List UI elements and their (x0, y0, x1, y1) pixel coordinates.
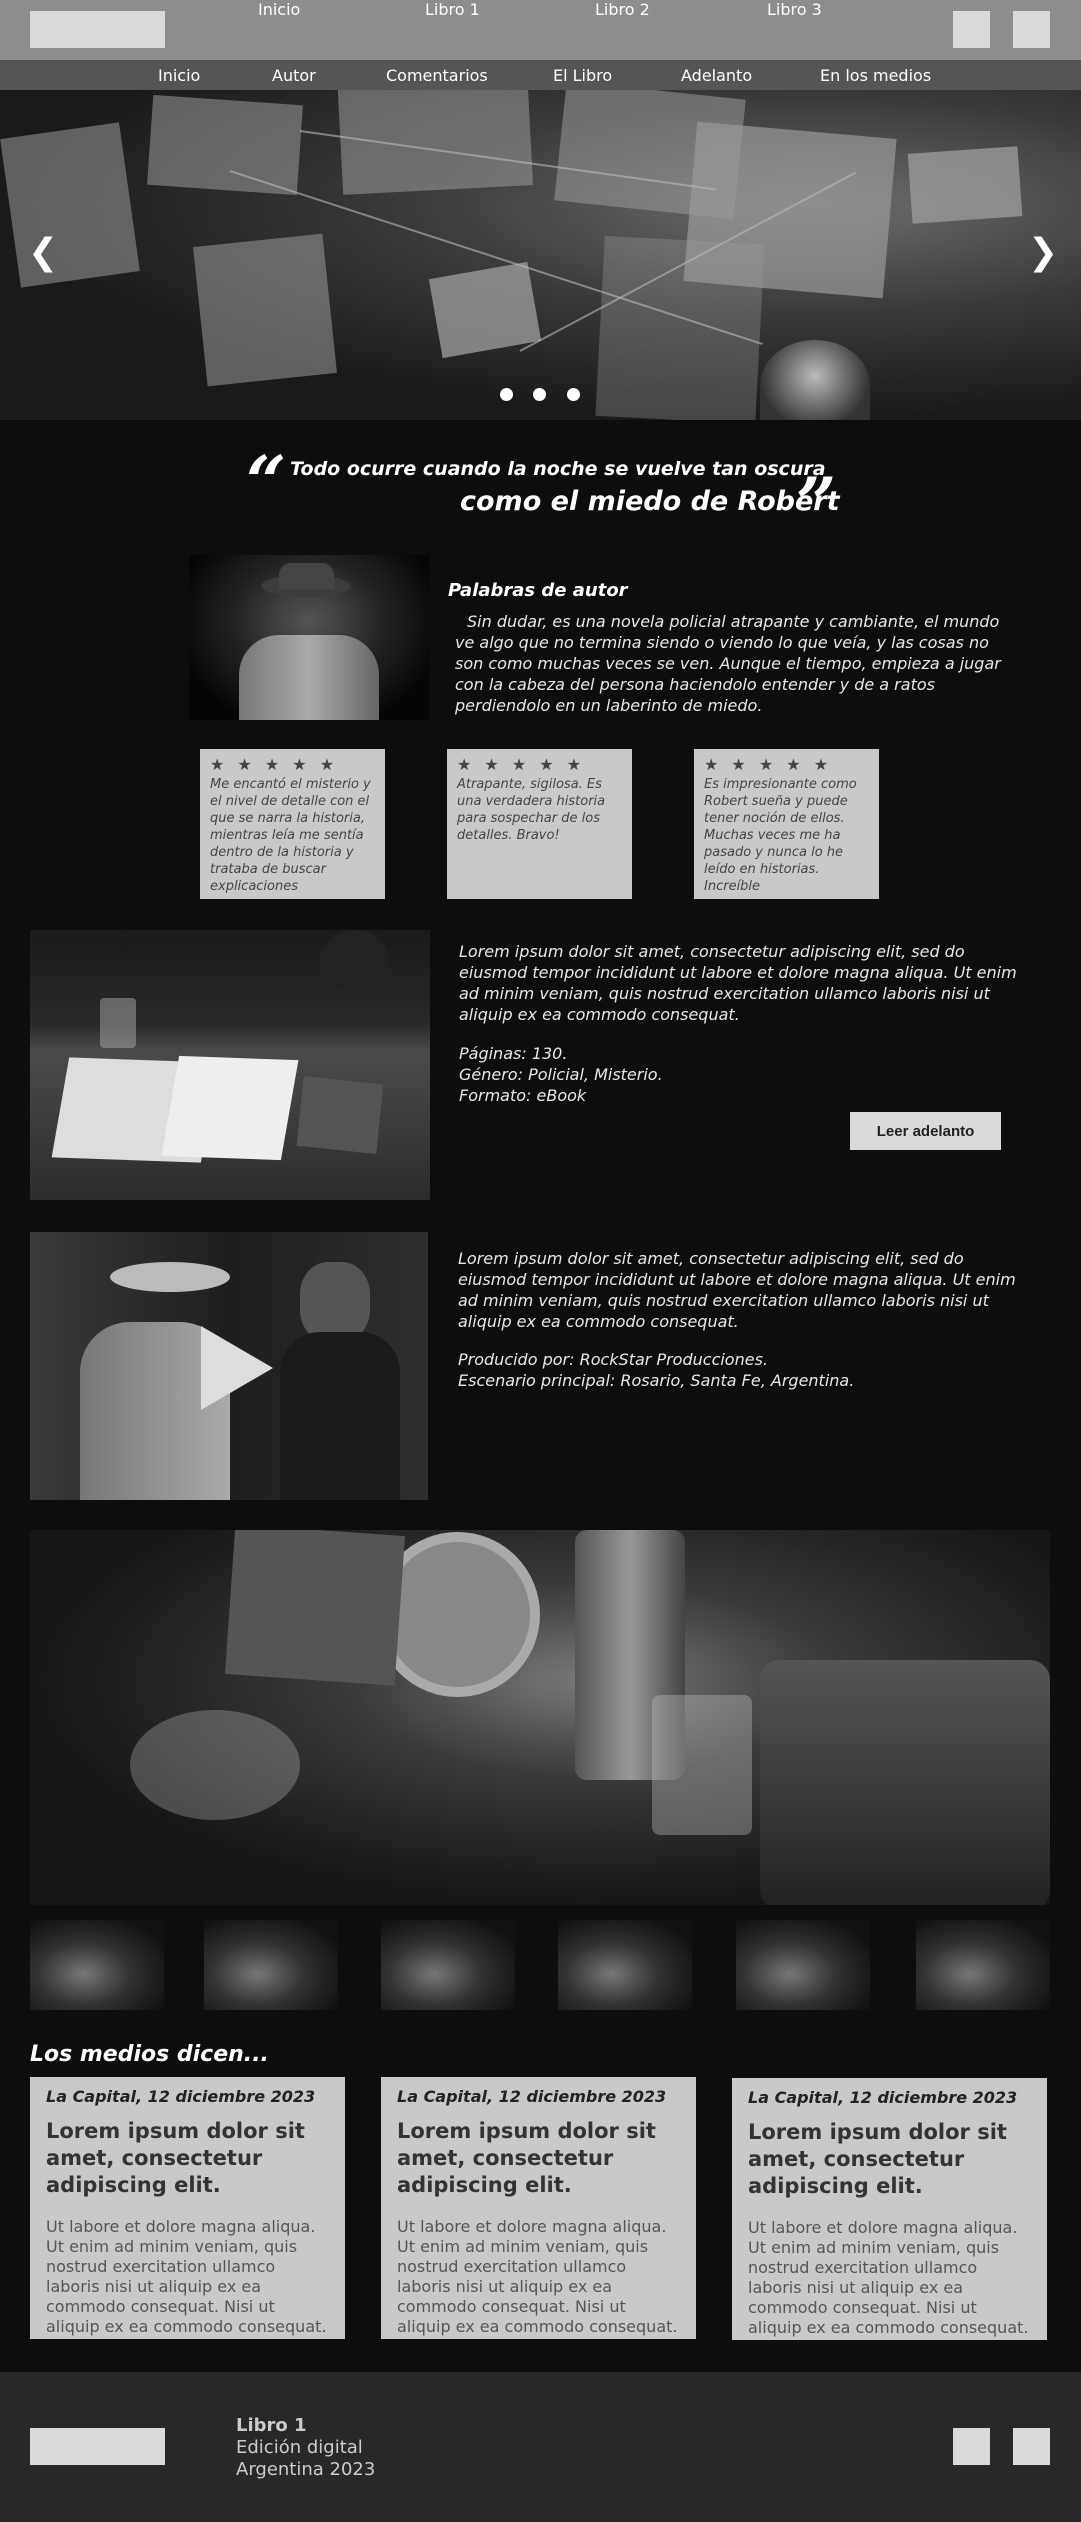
media-card-body: Ut labore et dolore magna aliqua. Ut eni… (46, 2217, 327, 2336)
media-card-headline: Lorem ipsum dolor sit amet, consectetur … (748, 2120, 1007, 2198)
book-pages: Páginas: 130. (459, 1044, 568, 1063)
hero-carousel (0, 90, 1081, 420)
hat-shape (279, 563, 334, 589)
video-description: Lorem ipsum dolor sit amet, consectetur … (458, 1249, 1016, 1331)
review-text: Es impresionante como Robert sueña y pue… (704, 777, 857, 894)
video-location: Escenario principal: Rosario, Santa Fe, … (458, 1371, 855, 1390)
review-card: ★ ★ ★ ★ ★ Es impresionante como Robert s… (694, 749, 879, 899)
footer-edition: Edición digital (236, 2437, 363, 2458)
subnav-link-comentarios[interactable]: Comentarios (386, 66, 488, 85)
nav-link-libro-3[interactable]: Libro 3 (767, 0, 822, 19)
gallery-main-image (30, 1530, 1050, 1905)
media-card-body: Ut labore et dolore magna aliqua. Ut eni… (397, 2217, 678, 2336)
subnav-link-el-libro[interactable]: El Libro (553, 66, 612, 85)
glass-shape (652, 1695, 752, 1835)
evidence-note (428, 261, 542, 359)
typewriter-shape (760, 1660, 1050, 1905)
gallery-thumbnail[interactable] (204, 1920, 338, 2010)
evidence-photo (0, 122, 140, 288)
subnav-link-inicio[interactable]: Inicio (158, 66, 200, 85)
media-card: La Capital, 12 diciembre 2023 Lorem ipsu… (381, 2077, 696, 2339)
footer-country-year: Argentina 2023 (236, 2459, 376, 2480)
carousel-dot[interactable] (500, 388, 513, 401)
footer-icon-button[interactable] (1013, 2428, 1050, 2465)
chevron-left-icon[interactable]: ❮ (28, 232, 58, 273)
hat-shape (110, 1262, 230, 1292)
footer-logo[interactable] (30, 2428, 165, 2465)
star-rating-icon: ★ ★ ★ ★ ★ (704, 755, 833, 774)
media-section-title: Los medios dicen... (30, 2042, 269, 2067)
book-format: Formato: eBook (459, 1086, 587, 1105)
open-quote-icon: “ (246, 440, 287, 523)
media-card-date: La Capital, 12 diciembre 2023 (46, 2087, 316, 2106)
wallet-shape (296, 1076, 384, 1154)
woman-portrait (760, 340, 870, 420)
lamp-shape (320, 930, 390, 990)
review-text: Atrapante, sigilosa. Es una verdadera hi… (457, 777, 606, 843)
ashtray-shape (130, 1710, 300, 1820)
footer-icon-button[interactable] (953, 2428, 990, 2465)
carousel-dot[interactable] (533, 388, 546, 401)
media-card-headline: Lorem ipsum dolor sit amet, consectetur … (397, 2119, 656, 2197)
evidence-photo (147, 94, 303, 196)
glass-shape (100, 998, 136, 1048)
quote-line-1: Todo ocurre cuando la noche se vuelve ta… (290, 458, 826, 480)
nav-link-libro-1[interactable]: Libro 1 (425, 0, 480, 19)
author-section-title: Palabras de autor (448, 580, 628, 601)
gallery-thumbnail[interactable] (30, 1920, 164, 2010)
evidence-photo (193, 233, 337, 387)
chevron-right-icon[interactable]: ❯ (1028, 232, 1058, 273)
play-icon[interactable] (201, 1326, 273, 1410)
figure-shape (280, 1332, 400, 1500)
gallery-thumbnail[interactable] (381, 1920, 515, 2010)
site-logo[interactable] (30, 11, 165, 48)
star-rating-icon: ★ ★ ★ ★ ★ (457, 755, 586, 774)
figure-shape (300, 1262, 370, 1342)
subnav-link-autor[interactable]: Autor (272, 66, 316, 85)
evidence-photo (336, 90, 534, 195)
subnav-link-adelanto[interactable]: Adelanto (681, 66, 752, 85)
book-shape (224, 1530, 406, 1686)
gallery-thumbnail[interactable] (916, 1920, 1050, 2010)
author-photo (189, 555, 429, 720)
media-card-date: La Capital, 12 diciembre 2023 (748, 2088, 1018, 2107)
video-producer: Producido por: RockStar Producciones. (458, 1350, 768, 1369)
book-genre: Género: Policial, Misterio. (459, 1065, 663, 1084)
nav-link-inicio[interactable]: Inicio (258, 0, 300, 19)
media-card: La Capital, 12 diciembre 2023 Lorem ipsu… (732, 2078, 1047, 2340)
media-card-body: Ut labore et dolore magna aliqua. Ut eni… (748, 2218, 1029, 2337)
evidence-note (907, 146, 1023, 224)
star-rating-icon: ★ ★ ★ ★ ★ (210, 755, 339, 774)
review-text: Me encantó el misterio y el nivel de det… (210, 777, 371, 894)
book-description: Lorem ipsum dolor sit amet, consectetur … (459, 942, 1017, 1024)
open-book-shape (161, 1055, 299, 1161)
subnav-link-en-los-medios[interactable]: En los medios (820, 66, 931, 85)
nav-link-libro-2[interactable]: Libro 2 (595, 0, 650, 19)
review-card: ★ ★ ★ ★ ★ Me encantó el misterio y el ni… (200, 749, 385, 899)
gallery-thumbnail[interactable] (558, 1920, 692, 2010)
quote-line-2: como el miedo de Robert (460, 486, 840, 517)
media-card-date: La Capital, 12 diciembre 2023 (397, 2087, 667, 2106)
header-icon-button[interactable] (1013, 11, 1050, 48)
footer-title: Libro 1 (236, 2415, 307, 2436)
read-preview-button[interactable]: Leer adelanto (850, 1112, 1001, 1150)
header-icon-button[interactable] (953, 11, 990, 48)
media-card: La Capital, 12 diciembre 2023 Lorem ipsu… (30, 2077, 345, 2339)
review-card: ★ ★ ★ ★ ★ Atrapante, sigilosa. Es una ve… (447, 749, 632, 899)
close-quote-icon: ” (796, 462, 837, 545)
carousel-dot[interactable] (567, 388, 580, 401)
media-card-headline: Lorem ipsum dolor sit amet, consectetur … (46, 2119, 305, 2197)
book-photo (30, 930, 430, 1200)
author-paragraph: Sin dudar, es una novela policial atrapa… (455, 612, 1001, 715)
gallery-thumbnail[interactable] (736, 1920, 870, 2010)
coat-shape (239, 635, 379, 720)
